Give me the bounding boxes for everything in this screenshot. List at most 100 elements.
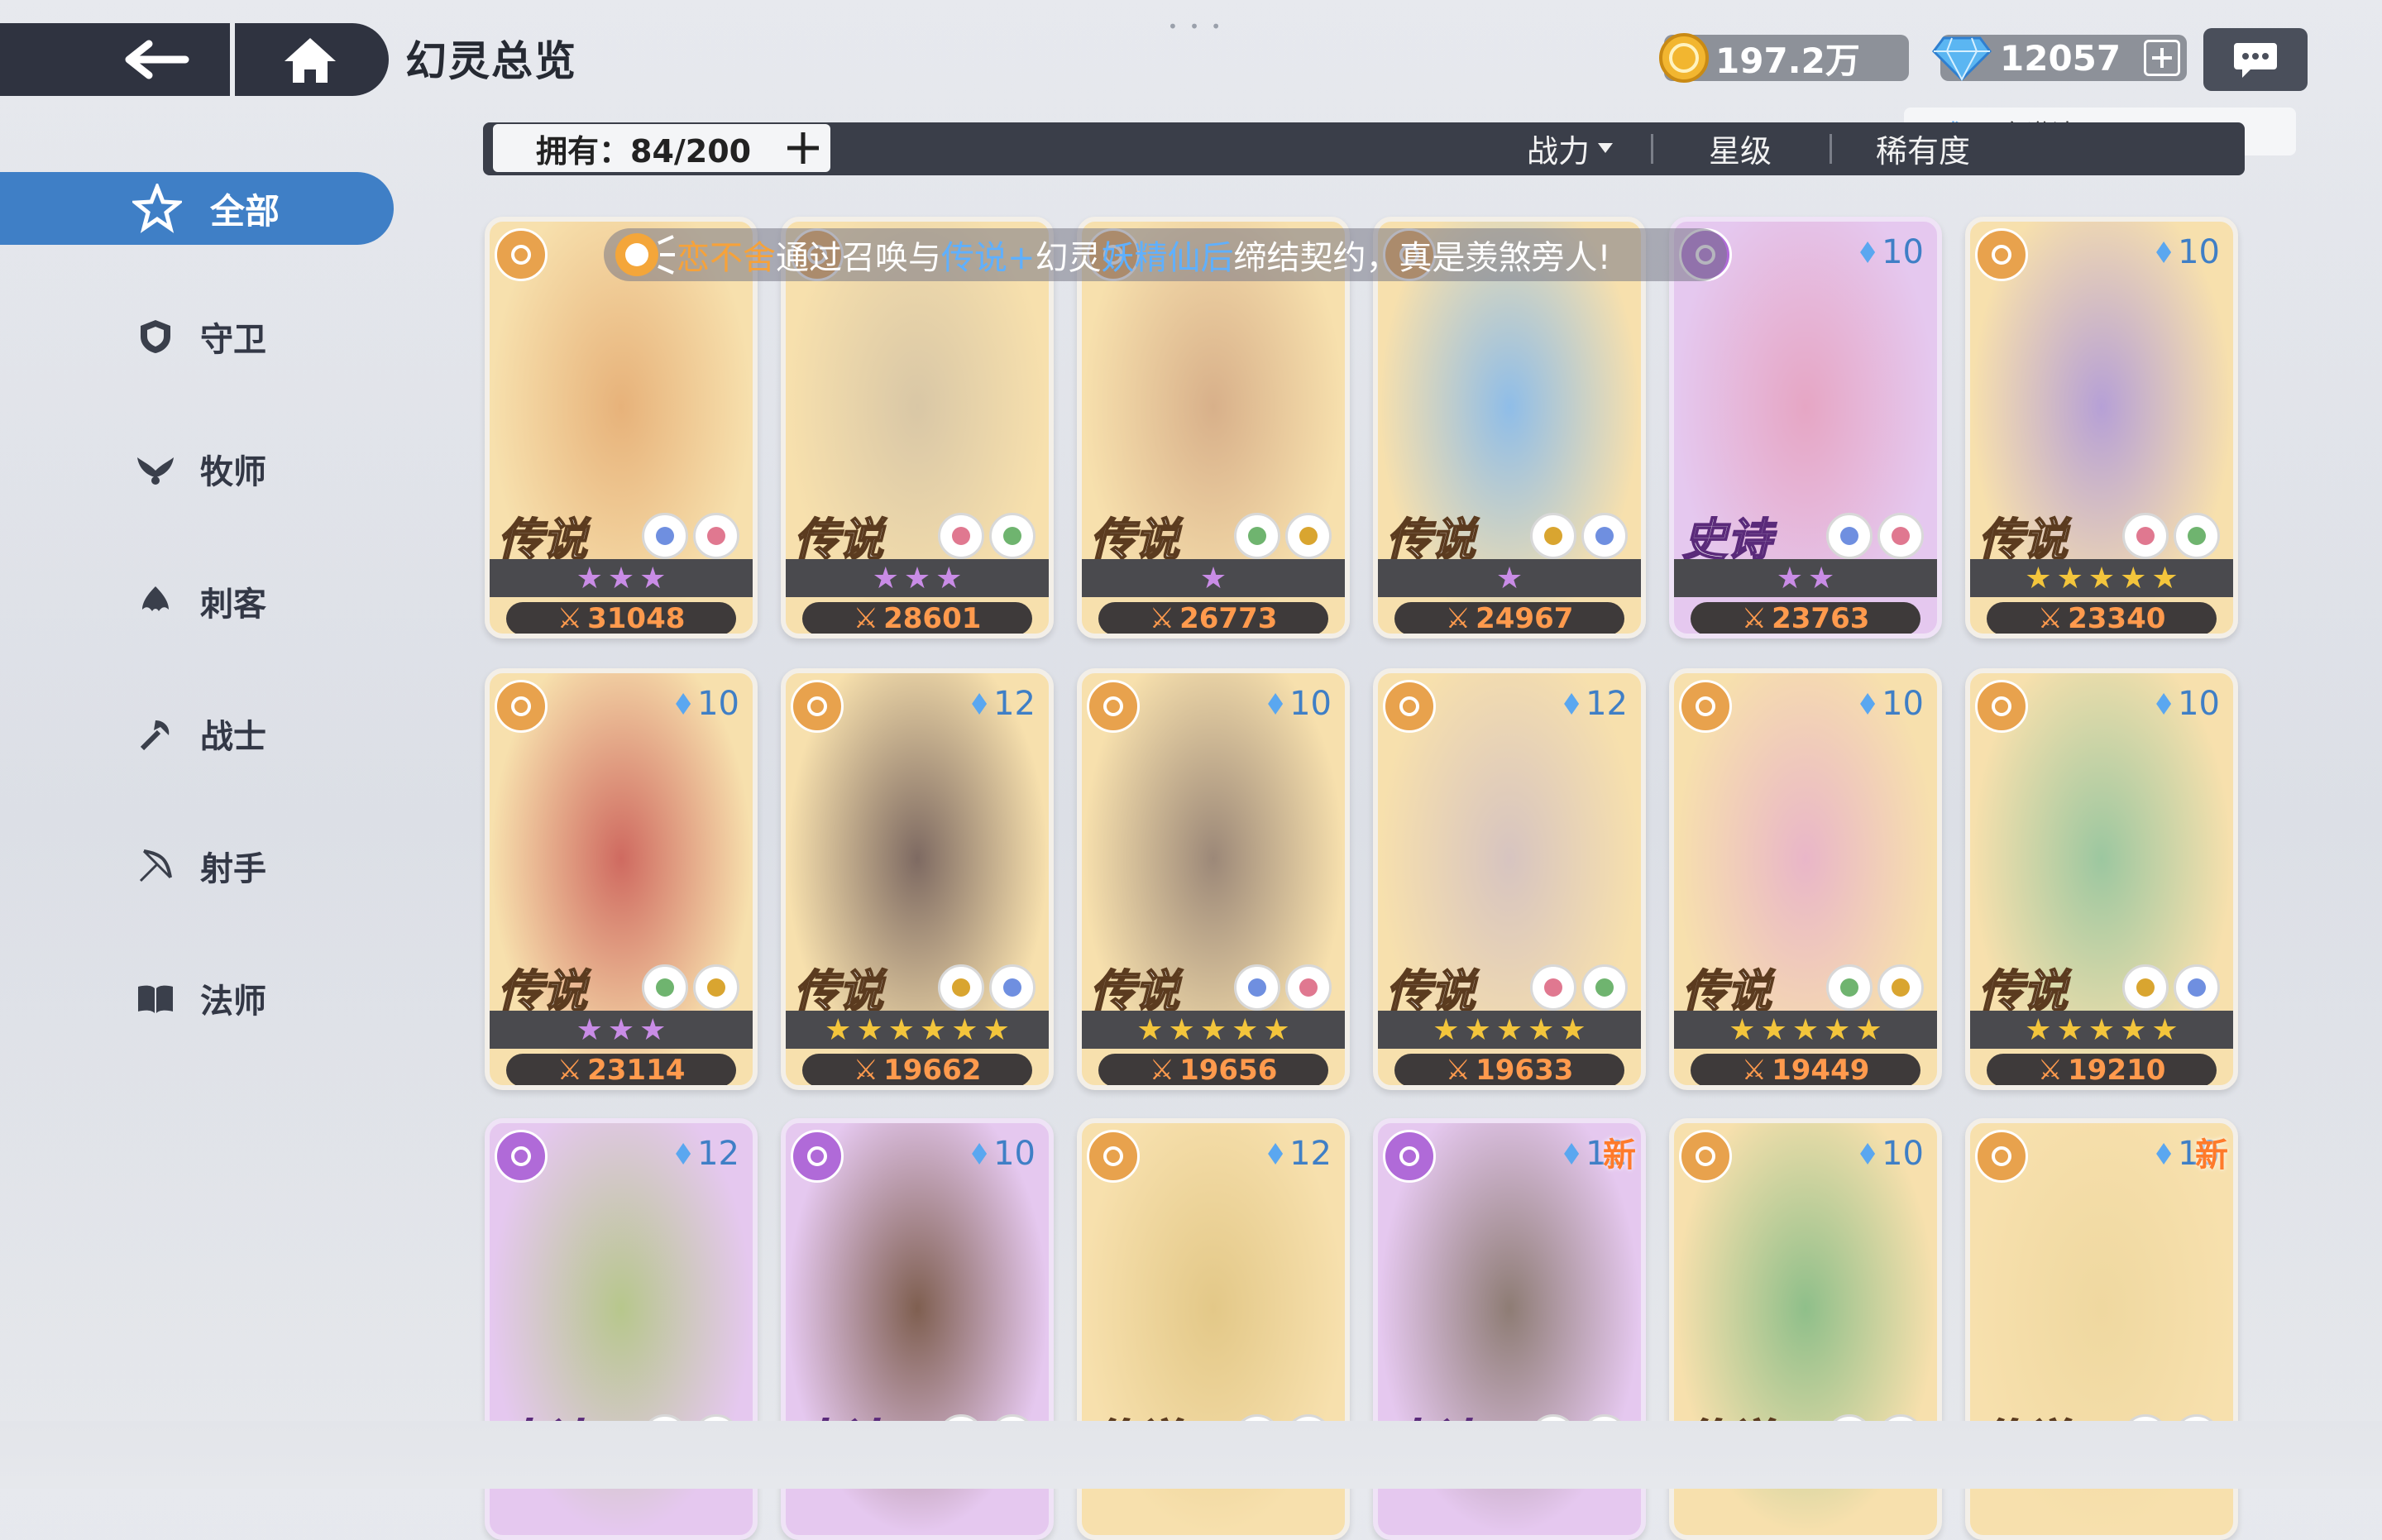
crossed-swords-icon: ⚔ (1741, 1054, 1767, 1087)
star-icon: ★ (1168, 1012, 1195, 1047)
star-icon: ★ (2056, 561, 2083, 595)
element-icon (1581, 964, 1628, 1011)
sidebar-item-archer[interactable]: 射手 (132, 837, 266, 895)
combat-power-value: 19656 (1179, 1054, 1278, 1087)
star-icon: ★ (825, 1012, 852, 1047)
star-icon: ★ (639, 561, 667, 595)
card-level: 10 (1268, 685, 1332, 723)
card-level: 10 (2156, 685, 2220, 723)
sort-divider (1651, 134, 1653, 164)
page-title: 幻灵总览 (405, 37, 577, 85)
priest-icon (1679, 680, 1732, 733)
notice-rank: 传说+ (941, 239, 1036, 277)
spirit-card[interactable]: 10 传说 ★ ★ ★ ★ ★ ⚔ 19656 (1077, 668, 1350, 1090)
sort-by-star[interactable]: 星级 (1709, 124, 1772, 172)
star-icon: ★ (1199, 561, 1227, 595)
star-icon: ★ (935, 561, 963, 595)
crossed-swords-icon: ⚔ (2037, 602, 2064, 635)
star-icon: ★ (951, 1012, 978, 1047)
gem-amount: 12057 (2000, 37, 2121, 79)
expand-capacity-button[interactable] (786, 131, 820, 173)
sidebar-item-warrior[interactable]: 战士 (132, 705, 266, 763)
level-diamond-icon (2156, 693, 2172, 715)
home-button[interactable] (265, 23, 356, 96)
star-rating: ★ ★ ★ ★ ★ (1970, 1011, 2233, 1049)
new-badge: 新 (2195, 1136, 2228, 1174)
star-icon: ★ (2088, 1012, 2116, 1047)
add-gems-button[interactable] (2144, 40, 2180, 76)
level-value: 10 (1882, 233, 1924, 271)
combat-power: ⚔ 26773 (1098, 602, 1328, 635)
level-value: 10 (697, 685, 739, 723)
spirit-card[interactable]: 12 传说 ★ ★ ★ ★ ★ ⚔ 19633 (1373, 668, 1646, 1090)
combat-power: ⚔ 19662 (802, 1054, 1032, 1085)
book-icon (138, 985, 173, 1013)
sidebar-item-label: 法师 (200, 983, 266, 1021)
combat-power: ⚔ 19633 (1394, 1054, 1624, 1085)
sidebar-item-all[interactable]: 全部 (0, 172, 394, 245)
element-icon (1530, 513, 1576, 559)
chat-button[interactable] (2203, 28, 2308, 91)
plus-icon (787, 132, 819, 164)
back-button[interactable] (108, 23, 207, 96)
level-diamond-icon (1860, 693, 1876, 715)
element-icon (1581, 513, 1628, 559)
element-icon (1530, 964, 1576, 1011)
combat-power-value: 23763 (1772, 602, 1870, 635)
bow-icon (139, 849, 172, 882)
spirit-card[interactable]: 10 传说 ★ ★ ★ ★ ★ ⚔ 19210 (1965, 668, 2238, 1090)
crossed-swords-icon: ⚔ (1149, 1054, 1175, 1087)
sidebar-item-assassin[interactable]: 刺客 (132, 572, 266, 630)
star-icon: ★ (872, 561, 899, 595)
guard-icon (495, 1130, 548, 1183)
archer-icon (1383, 680, 1436, 733)
warrior-icon (495, 680, 548, 733)
combat-power: ⚔ 28601 (802, 602, 1032, 635)
level-diamond-icon (1860, 1143, 1876, 1165)
crossed-swords-icon: ⚔ (1149, 602, 1175, 635)
combat-power: ⚔ 24967 (1394, 602, 1624, 634)
level-value: 12 (1586, 685, 1628, 723)
level-diamond-icon (1564, 693, 1580, 715)
sidebar-item-priest[interactable]: 牧师 (132, 440, 266, 498)
spirit-card[interactable]: 10 传说 ★ ★ ★ ⚔ 23114 (485, 668, 758, 1090)
priest-icon (1975, 1130, 2028, 1183)
crossed-swords-icon: ⚔ (853, 602, 879, 635)
spirit-card[interactable]: 10 史诗 ★ ★ ⚔ 23763 (1669, 217, 1942, 638)
star-rating: ★ ★ ★ ★ ★ ★ (786, 1011, 1049, 1049)
star-icon: ★ (920, 1012, 947, 1047)
sort-by-power[interactable]: 战力 (1527, 124, 1614, 172)
sidebar-item-mage[interactable]: 法师 (132, 969, 266, 1027)
gem-icon (1932, 36, 1992, 81)
notice-spirit-name: 妖精仙后 (1101, 239, 1234, 277)
sidebar-item-label: 战士 (200, 718, 266, 756)
sidebar-item-guard[interactable]: 守卫 (132, 308, 266, 366)
card-level: 10 (1860, 1135, 1924, 1173)
sort-by-rarity[interactable]: 稀有度 (1876, 124, 1970, 172)
star-icon: ★ (1232, 1012, 1259, 1047)
card-level: 10 (2156, 233, 2220, 271)
element-icon (1877, 513, 1924, 559)
combat-power-value: 31048 (587, 602, 686, 635)
combat-power-value: 28601 (883, 602, 982, 635)
star-icon: ★ (2151, 561, 2179, 595)
crossed-swords-icon: ⚔ (2037, 1054, 2064, 1087)
archer-icon (1383, 1130, 1436, 1183)
spirit-card[interactable]: 10 传说 ★ ★ ★ ★ ★ ⚔ 23340 (1965, 217, 2238, 638)
element-icon (693, 513, 739, 559)
crossed-swords-icon: ⚔ (1741, 602, 1767, 635)
level-value: 10 (1882, 685, 1924, 723)
level-value: 10 (1289, 685, 1332, 723)
spirit-card[interactable]: 10 传说 ★ ★ ★ ★ ★ ⚔ 19449 (1669, 668, 1942, 1090)
star-rating: ★ ★ (1674, 559, 1937, 597)
level-diamond-icon (1564, 1143, 1580, 1165)
star-rating: ★ ★ ★ ★ ★ (1378, 1011, 1641, 1049)
star-icon: ★ (639, 1012, 667, 1047)
element-icon (642, 513, 688, 559)
level-value: 10 (993, 1135, 1036, 1173)
star-icon: ★ (607, 1012, 635, 1047)
spirit-card[interactable]: 12 传说 ★ ★ ★ ★ ★ ★ ⚔ 19662 (781, 668, 1054, 1090)
combat-power: ⚔ 19449 (1691, 1054, 1920, 1087)
more-dots[interactable]: • • • (1168, 17, 1224, 36)
star-rating: ★ (1378, 559, 1641, 597)
